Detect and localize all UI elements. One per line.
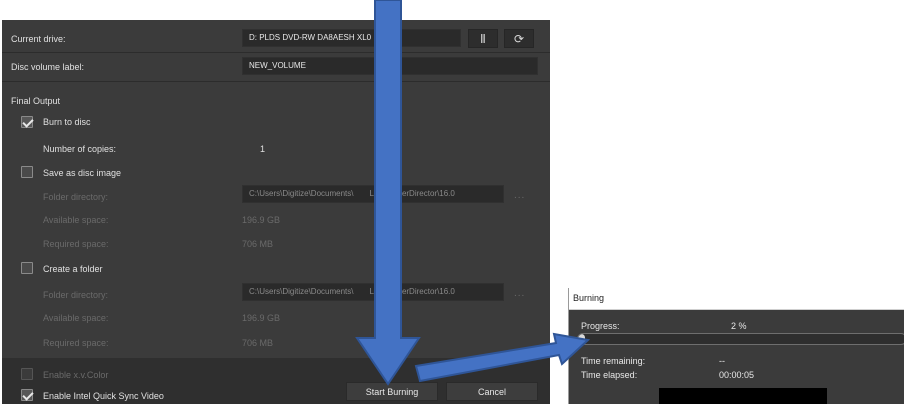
number-of-copies-label: Number of copies: [43, 144, 117, 154]
burning-dialog: Burning Progress: 2 % Time remaining: --… [568, 288, 904, 404]
start-burning-button[interactable]: Start Burning [346, 382, 438, 401]
final-output-heading: Final Output [11, 96, 61, 106]
current-drive-label: Current drive: [11, 34, 66, 44]
quicksync-label: Enable Intel Quick Sync Video [43, 391, 164, 401]
progress-bar-fill [578, 334, 585, 344]
folder-path-start: C:\Users\Digitize\Documents\ [249, 287, 354, 296]
create-folder-checkbox[interactable] [21, 262, 33, 274]
folder-browse-button[interactable]: ... [514, 288, 525, 299]
time-elapsed-value: 00:00:05 [719, 370, 755, 380]
quicksync-checkbox[interactable] [21, 389, 33, 401]
divider [2, 52, 550, 53]
folder-required-space-value: 706 MB [242, 338, 274, 348]
bottom-bar: Enable x.v.Color Enable Intel Quick Sync… [2, 358, 550, 404]
save-disc-image-label: Save as disc image [43, 168, 122, 178]
folder-required-space-label: Required space: [43, 338, 109, 348]
progress-bar [577, 333, 904, 345]
folder-available-space-value: 196.9 GB [242, 313, 281, 323]
eject-button[interactable]: Ⅱ [468, 29, 498, 48]
image-folder-directory-label: Folder directory: [43, 192, 109, 202]
image-available-space-value: 196.9 GB [242, 215, 281, 225]
burn-preview [659, 388, 827, 404]
burn-settings-panel: Current drive: D: PLDS DVD-RW DA8AESH XL… [2, 20, 550, 404]
eject-icon: Ⅱ [480, 31, 486, 46]
burn-to-disc-checkbox[interactable] [21, 116, 33, 128]
disc-volume-label: Disc volume label: [11, 62, 85, 72]
image-folder-path-end: Link\PowerDirector\16.0 [369, 189, 455, 198]
image-folder-path-start: C:\Users\Digitize\Documents\ [249, 189, 354, 198]
progress-label: Progress: [581, 321, 620, 331]
image-required-space-value: 706 MB [242, 239, 274, 249]
image-folder-directory-input[interactable]: C:\Users\Digitize\Documents\ Link\PowerDi… [242, 185, 504, 203]
time-elapsed-label: Time elapsed: [581, 370, 638, 380]
xvcolor-checkbox[interactable] [21, 368, 33, 380]
burning-dialog-title: Burning [569, 288, 904, 310]
image-available-space-label: Available space: [43, 215, 109, 225]
progress-percent: 2 % [731, 321, 747, 331]
save-disc-image-checkbox[interactable] [21, 166, 33, 178]
time-remaining-value: -- [719, 356, 725, 366]
image-required-space-label: Required space: [43, 239, 109, 249]
current-drive-select[interactable]: D: PLDS DVD-RW DA8AESH XL0 [242, 29, 461, 47]
folder-directory-label: Folder directory: [43, 290, 109, 300]
cancel-button[interactable]: Cancel [446, 382, 538, 401]
time-remaining-label: Time remaining: [581, 356, 646, 366]
refresh-button[interactable]: ⟳ [504, 29, 534, 48]
xvcolor-label: Enable x.v.Color [43, 370, 109, 380]
folder-directory-input[interactable]: C:\Users\Digitize\Documents\ Link\PowerDi… [242, 283, 504, 301]
disc-volume-input[interactable]: NEW_VOLUME [242, 57, 538, 75]
divider [2, 81, 550, 82]
image-folder-browse-button[interactable]: ... [514, 190, 525, 201]
folder-available-space-label: Available space: [43, 313, 109, 323]
create-folder-label: Create a folder [43, 264, 103, 274]
number-of-copies-value[interactable]: 1 [260, 144, 265, 154]
refresh-icon: ⟳ [513, 31, 525, 46]
folder-path-end: Link\PowerDirector\16.0 [369, 287, 455, 296]
burn-to-disc-label: Burn to disc [43, 117, 91, 127]
